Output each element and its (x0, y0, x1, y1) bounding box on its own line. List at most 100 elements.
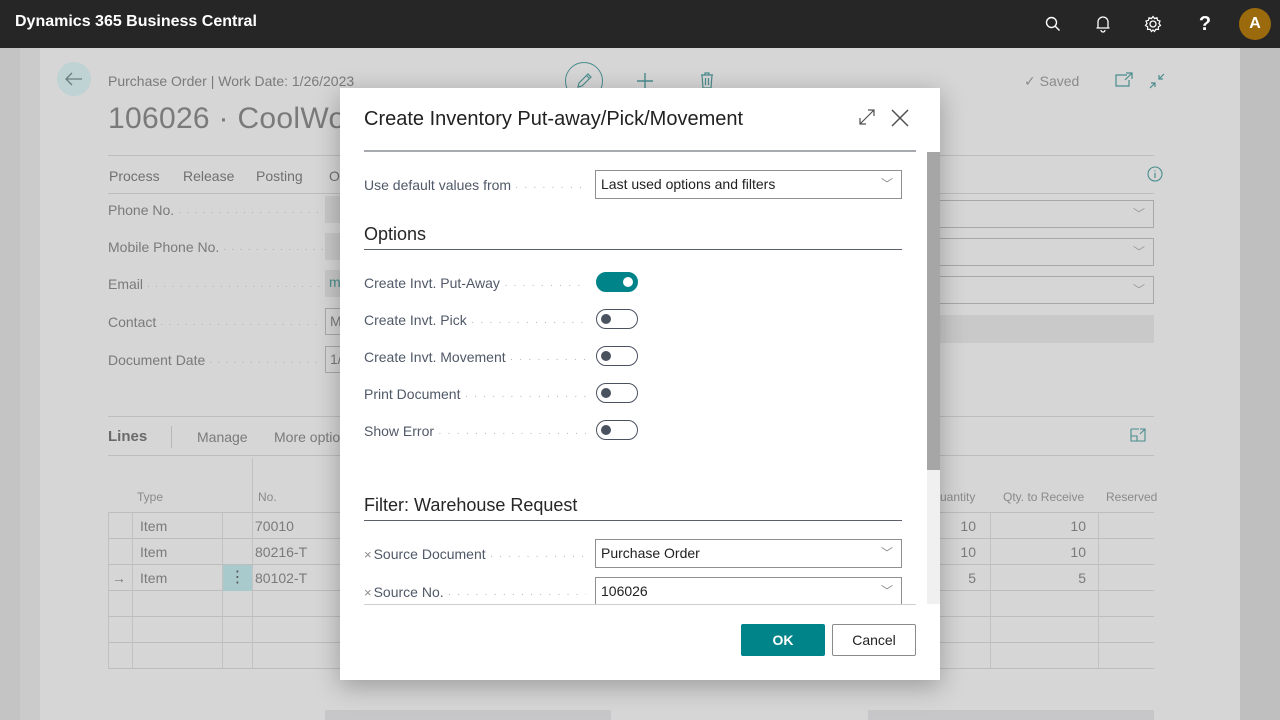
background-strip (20, 48, 40, 720)
lines-more-options-button[interactable]: More optio (274, 429, 340, 445)
right-dropdown-2[interactable]: ﹀ (940, 238, 1154, 266)
help-icon[interactable]: ? (1193, 12, 1217, 36)
document-date-field[interactable]: 1/ (325, 346, 340, 373)
avatar[interactable]: A (1239, 8, 1271, 40)
filter-label-text: Source No. (373, 584, 444, 600)
cell-qty-to-receive[interactable]: 10 (992, 539, 1086, 565)
option-label-text: Create Invt. Put-Away (364, 275, 500, 291)
back-button[interactable] (57, 62, 91, 96)
contact-field[interactable]: M (325, 308, 340, 335)
right-dropdown-1[interactable]: ﹀ (940, 200, 1154, 228)
phone-field[interactable] (325, 196, 340, 223)
remove-filter-icon[interactable]: × (364, 547, 372, 562)
filter-label: × Source No. · · · · · · · · · · · · · · … (364, 584, 586, 600)
chevron-down-icon: ﹀ (1132, 207, 1145, 221)
cell-type[interactable] (140, 617, 226, 643)
column-header-quantity[interactable]: uantity (940, 490, 975, 504)
bell-icon[interactable] (1091, 12, 1115, 36)
options-divider (364, 249, 902, 250)
option-label-text: Show Error (364, 423, 435, 439)
menu-release[interactable]: Release (183, 168, 234, 184)
row-actions-menu-icon[interactable]: ⋮ (223, 565, 252, 591)
toggle-knob (601, 425, 611, 435)
open-new-window-button[interactable] (1115, 72, 1133, 93)
info-icon[interactable] (1147, 166, 1163, 187)
column-header-no[interactable]: No. (258, 490, 277, 504)
collapse-button[interactable] (1148, 72, 1166, 95)
cell-reserved[interactable] (1100, 513, 1150, 539)
right-dropdown-3[interactable]: ﹀ (940, 276, 1154, 304)
option-label: Create Invt. Pick · · · · · · · · · · · … (364, 312, 586, 328)
cell-qty-to-receive[interactable]: 5 (992, 565, 1086, 591)
saved-status: ✓ Saved (1024, 73, 1079, 90)
cell-type[interactable]: Item (140, 565, 226, 591)
column-header-type[interactable]: Type (137, 490, 163, 504)
saved-label: Saved (1039, 73, 1080, 89)
option-toggle[interactable] (596, 383, 638, 403)
search-icon[interactable] (1041, 12, 1065, 36)
ok-button[interactable]: OK (741, 624, 825, 656)
row-marker: → (112, 570, 126, 586)
dialog-title: Create Inventory Put-away/Pick/Movement (364, 108, 744, 130)
filter-heading: Filter: Warehouse Request (364, 495, 578, 515)
cell-qty-to-receive[interactable] (992, 643, 1086, 669)
option-toggle[interactable] (596, 272, 638, 292)
email-field[interactable]: m (325, 270, 340, 297)
option-label-text: Print Document (364, 386, 461, 402)
default-values-dropdown[interactable]: Last used options and filters ﹀ (595, 170, 902, 199)
close-dialog-button[interactable] (890, 108, 910, 133)
footer-block (868, 710, 1154, 720)
option-toggle[interactable] (596, 420, 638, 440)
cell-type[interactable]: Item (140, 513, 226, 539)
footer-block (325, 710, 611, 720)
collapse-icon (1149, 73, 1165, 89)
lines-title: Lines (108, 428, 148, 445)
menu-other[interactable]: O (329, 168, 340, 184)
filter-dropdown[interactable]: 106026 ﹀ (595, 577, 902, 604)
options-heading: Options (364, 224, 427, 244)
app-title[interactable]: Dynamics 365 Business Central (15, 13, 257, 31)
trash-icon (701, 72, 713, 89)
filter-divider (364, 520, 902, 521)
create-inventory-dialog: Create Inventory Put-away/Pick/Movement … (340, 88, 940, 680)
row-marker (112, 591, 132, 617)
row-marker (112, 643, 132, 669)
filter-label-text: Source Document (373, 546, 486, 562)
cell-type[interactable]: Item (140, 539, 226, 565)
cell-reserved[interactable] (1100, 565, 1150, 591)
cell-qty-to-receive[interactable] (992, 617, 1086, 643)
option-label-text: Create Invt. Movement (364, 349, 506, 365)
option-toggle[interactable] (596, 346, 638, 366)
chevron-down-icon: ﹀ (1132, 283, 1145, 297)
filter-dropdown[interactable]: Purchase Order ﹀ (595, 539, 902, 568)
toggle-knob (601, 388, 611, 398)
top-bar: Dynamics 365 Business Central ? A (0, 0, 1280, 48)
expand-dialog-button[interactable] (858, 108, 876, 131)
menu-process[interactable]: Process (109, 168, 160, 184)
option-toggle[interactable] (596, 309, 638, 329)
toggle-knob (601, 351, 611, 361)
cell-reserved[interactable] (1100, 643, 1150, 669)
cell-reserved[interactable] (1100, 617, 1150, 643)
dialog-body-bottom (364, 604, 916, 605)
cell-type[interactable] (140, 643, 226, 669)
expand-lines-button[interactable] (1130, 428, 1146, 447)
default-values-value: Last used options and filters (601, 176, 776, 192)
gear-icon[interactable] (1141, 12, 1165, 36)
dialog-scrollbar-thumb[interactable] (927, 152, 940, 470)
cancel-button[interactable]: Cancel (832, 624, 916, 656)
mobile-phone-field[interactable] (325, 233, 340, 260)
cell-qty-to-receive[interactable]: 10 (992, 513, 1086, 539)
breadcrumb: Purchase Order | Work Date: 1/26/2023 (108, 73, 355, 89)
cell-reserved[interactable] (1100, 539, 1150, 565)
remove-filter-icon[interactable]: × (364, 585, 372, 600)
column-header-reserved[interactable]: Reserved (1106, 490, 1157, 504)
cell-reserved[interactable] (1100, 591, 1150, 617)
cell-qty-to-receive[interactable] (992, 591, 1086, 617)
toggle-knob (623, 277, 633, 287)
option-label: Print Document · · · · · · · · · · · · ·… (364, 386, 586, 402)
lines-manage-button[interactable]: Manage (197, 429, 248, 445)
cell-type[interactable] (140, 591, 226, 617)
menu-posting[interactable]: Posting (256, 168, 303, 184)
column-header-qty-to-receive[interactable]: Qty. to Receive (1003, 490, 1084, 504)
